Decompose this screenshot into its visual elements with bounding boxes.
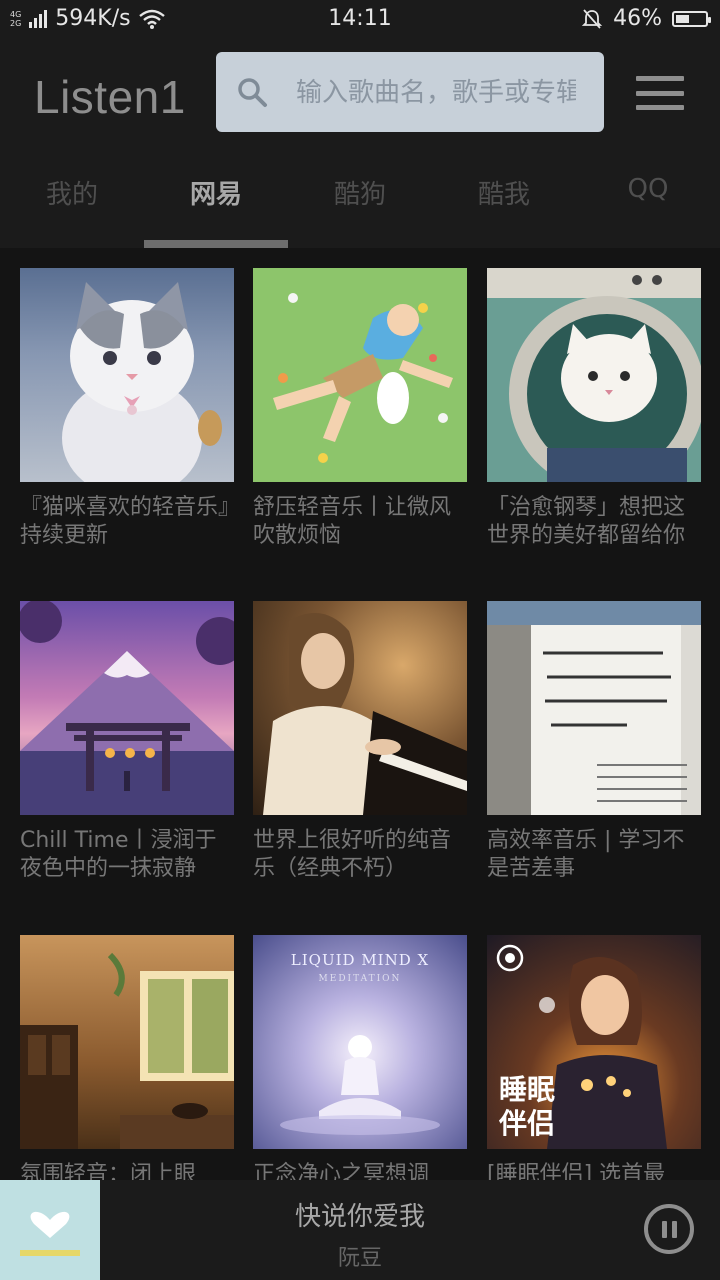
battery-percent: 46% [613,6,662,31]
playlist-cover[interactable]: LIQUID MIND X MEDITATION [253,935,467,1149]
playlist-cover[interactable] [20,601,234,815]
playlist-title[interactable]: 氛围轻音：闭上眼 [20,1161,234,1180]
playlist-title[interactable]: [睡眠伴侣] 选首最 [487,1161,701,1180]
search-bar[interactable] [216,52,604,134]
playlist-card[interactable]: 睡眠 伴侣 [睡眠伴侣] 选首最 [487,935,701,1180]
now-playing-title: 快说你爱我 [294,1202,425,1232]
now-playing-artist: 阮豆 [337,1246,382,1271]
battery-fill [676,14,689,23]
mute-bell-icon [581,8,603,29]
playlist-card[interactable]: 舒压轻音乐丨让微风吹散烦恼 [253,268,467,550]
playlist-card[interactable]: Chill Time丨浸润于夜色中的一抹寂静 [20,601,234,883]
search-input[interactable] [294,52,578,134]
playlist-cover[interactable] [487,268,701,482]
playlist-cover[interactable] [253,601,467,815]
playlist-title[interactable]: 世界上很好听的纯音乐（经典不朽） [253,827,467,883]
tab-qq[interactable]: QQ [576,174,720,204]
tab-mine[interactable]: 我的 [0,174,144,211]
active-tab-indicator [144,240,288,248]
album-art-label-1: 睡眠 [499,1073,555,1106]
playlist-cover[interactable]: 睡眠 伴侣 [487,935,701,1149]
playlist-cover[interactable] [20,935,234,1149]
playlist-card[interactable]: 高效率音乐 | 学习不是苦差事 [487,601,701,883]
now-playing-bar[interactable]: 快说你爱我 阮豆 [0,1180,720,1280]
playlist-card[interactable]: 世界上很好听的纯音乐（经典不朽） [253,601,467,883]
playlist-card[interactable]: 「治愈钢琴」想把这世界的美好都留给你 [487,268,701,550]
pause-icon[interactable] [644,1204,694,1254]
hamburger-icon[interactable] [636,76,684,110]
status-bar: 4G 2G 594K/s 14:11 46% [0,0,720,38]
playlist-title[interactable]: 舒压轻音乐丨让微风吹散烦恼 [253,494,467,550]
playlist-card[interactable]: 氛围轻音：闭上眼 [20,935,234,1180]
app-title: Listen1 [34,71,186,123]
playlist-card[interactable]: LIQUID MIND X MEDITATION 正念净心之冥想调 [253,935,467,1180]
playlist-title[interactable]: 高效率音乐 | 学习不是苦差事 [487,827,701,883]
playlist-title[interactable]: 『猫咪喜欢的轻音乐』持续更新 [20,494,234,550]
playlist-title[interactable]: Chill Time丨浸润于夜色中的一抹寂静 [20,827,234,883]
status-right: 46% [581,6,711,31]
playlist-cover[interactable] [253,268,467,482]
app-header: Listen1 [0,38,720,150]
source-tabs: 我的 网易 酷狗 酷我 QQ [0,150,720,248]
playlist-cover[interactable] [20,268,234,482]
playlist-title[interactable]: 「治愈钢琴」想把这世界的美好都留给你 [487,494,701,550]
search-icon[interactable] [236,76,268,108]
tab-netease[interactable]: 网易 [144,174,288,211]
album-art-subtitle: MEDITATION [319,974,402,984]
playlist-cover[interactable] [487,601,701,815]
playlist-grid: 『猫咪喜欢的轻音乐』持续更新 舒压轻音乐丨让微风吹散烦恼 「治愈钢琴」想把这世界… [0,248,720,1180]
tab-kuwo[interactable]: 酷我 [432,174,576,211]
tab-kugou[interactable]: 酷狗 [288,174,432,211]
battery-icon [672,10,711,27]
album-art-title: LIQUID MIND X [291,951,429,969]
album-art-label-2: 伴侣 [498,1107,555,1140]
playlist-card[interactable]: 『猫咪喜欢的轻音乐』持续更新 [20,268,234,550]
playlist-title[interactable]: 正念净心之冥想调 [253,1161,467,1180]
